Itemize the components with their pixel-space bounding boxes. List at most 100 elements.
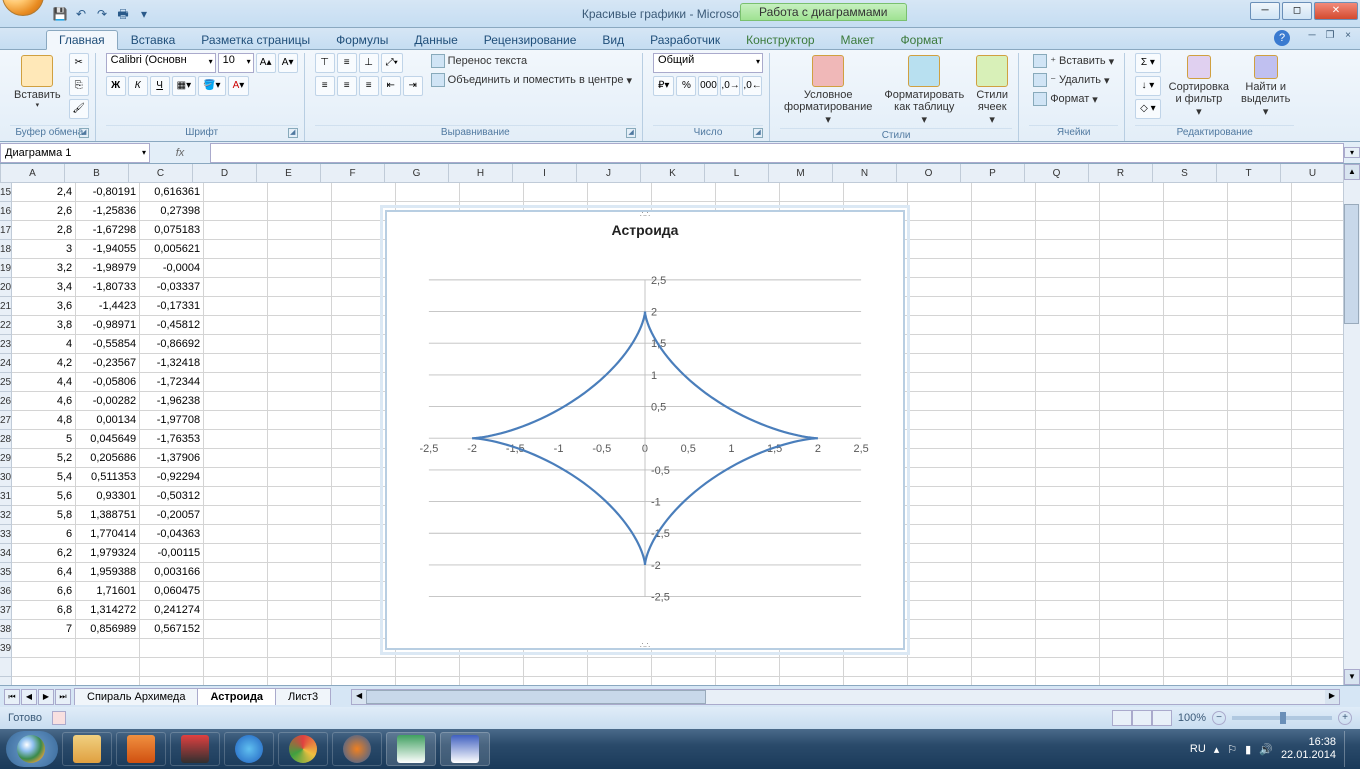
increase-decimal-icon[interactable]: ,0→ bbox=[720, 76, 740, 96]
cell[interactable] bbox=[268, 620, 332, 639]
cell[interactable] bbox=[204, 373, 268, 392]
cell[interactable] bbox=[524, 183, 588, 202]
print-icon[interactable]: 🖶 bbox=[114, 5, 132, 23]
row-header[interactable]: 29 bbox=[0, 449, 11, 468]
cell[interactable]: -0,92294 bbox=[140, 468, 204, 487]
taskbar-word-icon[interactable] bbox=[440, 732, 490, 766]
cell[interactable] bbox=[1036, 373, 1100, 392]
workbook-close-icon[interactable]: × bbox=[1340, 30, 1356, 41]
cell[interactable] bbox=[1292, 487, 1343, 506]
scroll-down-icon[interactable]: ▼ bbox=[1344, 669, 1360, 685]
cell[interactable]: -0,03337 bbox=[140, 278, 204, 297]
tab-formulas[interactable]: Формулы bbox=[323, 30, 401, 50]
merge-center-button[interactable]: Объединить и поместить в центре ▾ bbox=[427, 72, 636, 88]
cell[interactable]: -1,67298 bbox=[76, 221, 140, 240]
row-header[interactable]: 28 bbox=[0, 430, 11, 449]
cell[interactable] bbox=[204, 487, 268, 506]
sort-filter-button[interactable]: Сортировкаи фильтр▾ bbox=[1165, 53, 1233, 120]
cell[interactable] bbox=[204, 506, 268, 525]
decrease-font-icon[interactable]: A▾ bbox=[278, 53, 298, 73]
cell[interactable] bbox=[972, 506, 1036, 525]
column-header-P[interactable]: P bbox=[961, 164, 1025, 182]
cell[interactable] bbox=[204, 525, 268, 544]
cell[interactable] bbox=[1292, 221, 1343, 240]
cell[interactable] bbox=[1100, 639, 1164, 658]
align-bottom-icon[interactable]: ⊥ bbox=[359, 53, 379, 73]
row-header[interactable]: 37 bbox=[0, 601, 11, 620]
vertical-scrollbar[interactable]: ▲ ▼ bbox=[1343, 164, 1360, 685]
cell[interactable]: 0,616361 bbox=[140, 183, 204, 202]
redo-icon[interactable]: ↷ bbox=[93, 5, 111, 23]
cell[interactable] bbox=[204, 601, 268, 620]
cell[interactable] bbox=[1292, 620, 1343, 639]
paste-button[interactable]: Вставить▾ bbox=[10, 53, 65, 111]
format-painter-icon[interactable]: 🖌 bbox=[69, 99, 89, 119]
cell[interactable] bbox=[1228, 240, 1292, 259]
cell[interactable] bbox=[204, 563, 268, 582]
cell[interactable] bbox=[268, 297, 332, 316]
cell[interactable]: 5,6 bbox=[12, 487, 76, 506]
tray-date[interactable]: 22.01.2014 bbox=[1281, 749, 1336, 762]
cell[interactable]: -0,45812 bbox=[140, 316, 204, 335]
cell[interactable] bbox=[1164, 487, 1228, 506]
cell[interactable]: 4 bbox=[12, 335, 76, 354]
taskbar-media-icon[interactable] bbox=[116, 732, 166, 766]
cell[interactable] bbox=[204, 183, 268, 202]
cell[interactable] bbox=[12, 639, 76, 658]
italic-icon[interactable]: К bbox=[128, 76, 148, 96]
name-box[interactable]: Диаграмма 1▾ bbox=[0, 143, 150, 163]
cell[interactable] bbox=[1036, 544, 1100, 563]
autosum-icon[interactable]: Σ ▾ bbox=[1135, 53, 1161, 73]
fx-icon[interactable]: fx bbox=[150, 147, 210, 159]
cell[interactable]: -1,37906 bbox=[140, 449, 204, 468]
column-header-J[interactable]: J bbox=[577, 164, 641, 182]
tray-time[interactable]: 16:38 bbox=[1281, 736, 1336, 749]
cell[interactable] bbox=[1228, 430, 1292, 449]
cell[interactable] bbox=[972, 392, 1036, 411]
cell[interactable] bbox=[1228, 354, 1292, 373]
cell[interactable] bbox=[1164, 373, 1228, 392]
cell[interactable] bbox=[908, 430, 972, 449]
column-header-L[interactable]: L bbox=[705, 164, 769, 182]
column-header-U[interactable]: U bbox=[1281, 164, 1343, 182]
cell[interactable] bbox=[972, 297, 1036, 316]
formula-input[interactable] bbox=[210, 143, 1344, 163]
cell[interactable] bbox=[1164, 411, 1228, 430]
column-header-N[interactable]: N bbox=[833, 164, 897, 182]
cell[interactable]: 2,6 bbox=[12, 202, 76, 221]
help-icon[interactable]: ? bbox=[1274, 30, 1290, 46]
cell[interactable] bbox=[204, 354, 268, 373]
cell[interactable] bbox=[1100, 468, 1164, 487]
view-page-layout-icon[interactable] bbox=[1132, 710, 1152, 726]
cell[interactable]: 0,241274 bbox=[140, 601, 204, 620]
tray-show-hidden-icon[interactable]: ▴ bbox=[1214, 743, 1220, 756]
cell[interactable] bbox=[204, 639, 268, 658]
cell[interactable] bbox=[1164, 183, 1228, 202]
cell[interactable] bbox=[908, 316, 972, 335]
row-header[interactable]: 27 bbox=[0, 411, 11, 430]
cell[interactable] bbox=[1100, 411, 1164, 430]
row-header[interactable]: 24 bbox=[0, 354, 11, 373]
cell[interactable] bbox=[1292, 563, 1343, 582]
cell[interactable] bbox=[268, 354, 332, 373]
font-dialog-icon[interactable]: ◢ bbox=[288, 128, 298, 138]
cell[interactable] bbox=[1228, 202, 1292, 221]
cell[interactable]: 1,71601 bbox=[76, 582, 140, 601]
cell[interactable]: 5,2 bbox=[12, 449, 76, 468]
cell[interactable] bbox=[332, 183, 396, 202]
cell[interactable] bbox=[268, 468, 332, 487]
cell[interactable] bbox=[268, 506, 332, 525]
cell[interactable] bbox=[972, 240, 1036, 259]
cell[interactable] bbox=[1292, 297, 1343, 316]
cell[interactable] bbox=[1100, 183, 1164, 202]
column-header-G[interactable]: G bbox=[385, 164, 449, 182]
cell[interactable]: 7 bbox=[12, 620, 76, 639]
cell[interactable]: 1,979324 bbox=[76, 544, 140, 563]
cell[interactable] bbox=[972, 259, 1036, 278]
save-icon[interactable]: 💾 bbox=[51, 5, 69, 23]
clipboard-dialog-icon[interactable]: ◢ bbox=[79, 128, 89, 138]
cell[interactable]: -0,17331 bbox=[140, 297, 204, 316]
fill-color-icon[interactable]: 🪣▾ bbox=[198, 76, 225, 96]
cell[interactable] bbox=[1292, 582, 1343, 601]
horizontal-scrollbar[interactable]: ◀ ▶ bbox=[351, 689, 1340, 705]
